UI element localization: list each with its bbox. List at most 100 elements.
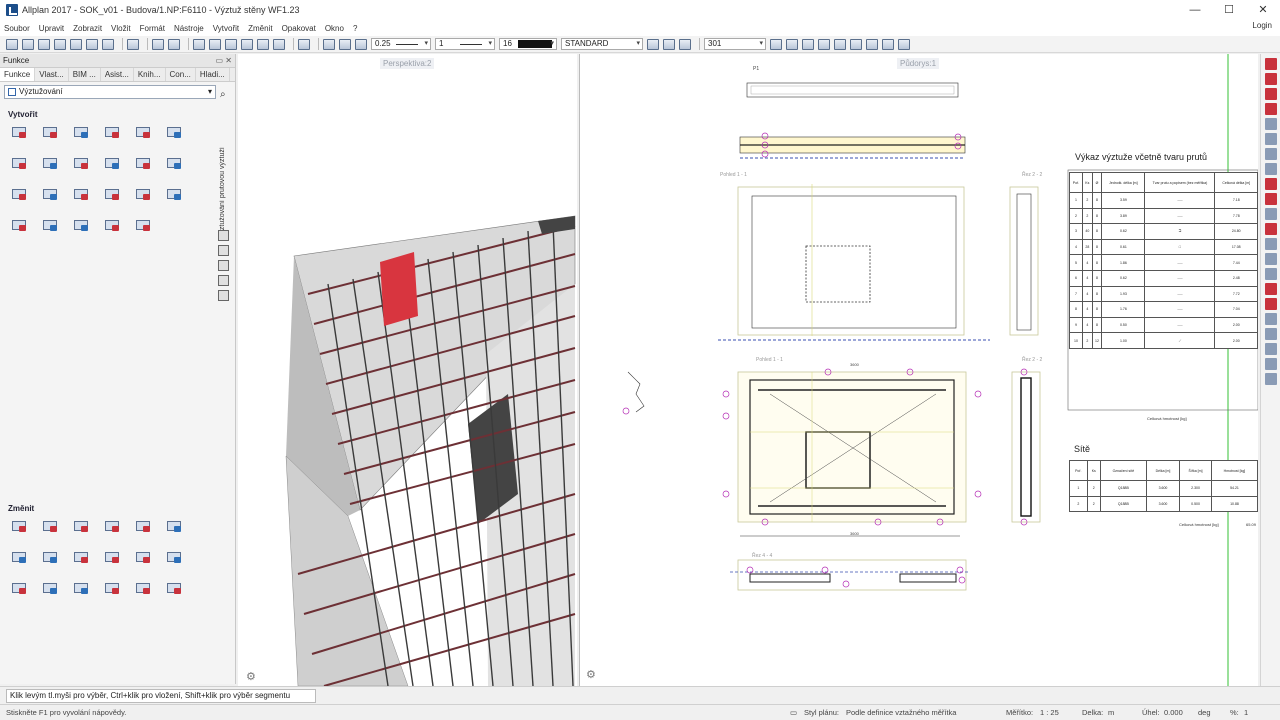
side-tool-icon[interactable] (218, 230, 229, 241)
layer-icon[interactable] (86, 38, 98, 50)
stretch-icon[interactable] (1264, 238, 1277, 250)
selected-element[interactable] (380, 252, 418, 326)
redo-icon[interactable] (168, 38, 180, 50)
scale-icon[interactable] (1264, 268, 1277, 280)
plan-viewport[interactable]: Půdorys:1 P1 Pohled 1 - 1 Řez 2 - 2 Pohl… (579, 54, 1258, 686)
pen-thickness-select[interactable]: 0.25 (371, 38, 431, 50)
stretch-icon[interactable] (165, 549, 183, 565)
offset-icon[interactable] (1264, 118, 1277, 130)
snap-icon[interactable] (770, 38, 782, 50)
menu-soubor[interactable]: Soubor (4, 24, 30, 33)
plot-icon[interactable] (54, 38, 66, 50)
coupler-icon[interactable] (41, 217, 59, 233)
angle-unit[interactable]: deg (1198, 708, 1211, 717)
new-icon[interactable] (6, 38, 18, 50)
area-placement-icon[interactable] (134, 155, 152, 171)
bent-bar-icon[interactable] (72, 186, 90, 202)
plan-style-value[interactable]: Podle definice vztažného měřítka (846, 708, 956, 717)
rotate-icon[interactable] (1264, 253, 1277, 265)
menu-vlozit[interactable]: Vložit (111, 24, 131, 33)
copy-icon[interactable] (1264, 148, 1277, 160)
copy-icon[interactable] (209, 38, 221, 50)
bar-schedule-icon[interactable] (165, 186, 183, 202)
straight-bar-icon[interactable] (10, 124, 28, 140)
dimension-icon[interactable] (834, 38, 846, 50)
length-unit[interactable]: m (1108, 708, 1114, 717)
eyedropper-icon[interactable] (355, 38, 367, 50)
paste-icon[interactable] (241, 38, 253, 50)
tab-connect[interactable]: Con... (166, 68, 196, 81)
span-placement-icon[interactable] (134, 124, 152, 140)
view-icon[interactable] (10, 186, 28, 202)
array-icon[interactable] (1264, 208, 1277, 220)
module-select[interactable]: Výztužování ▾ (4, 85, 216, 99)
tab-vlastnosti[interactable]: Vlast... (35, 68, 69, 81)
track-icon[interactable] (786, 38, 798, 50)
polyline-icon[interactable] (1264, 88, 1277, 100)
layer-status-icon[interactable] (663, 38, 675, 50)
view-3d-icon[interactable] (257, 38, 269, 50)
ortho-icon[interactable] (818, 38, 830, 50)
polygon-placement-icon[interactable] (103, 155, 121, 171)
filter-icon[interactable] (1264, 343, 1277, 355)
spiral-icon[interactable] (72, 155, 90, 171)
open-file-icon[interactable] (38, 38, 50, 50)
menu-zmenit[interactable]: Změnit (248, 24, 272, 33)
pencil-icon[interactable] (103, 549, 121, 565)
scale-value[interactable]: 1 : 25 (1040, 708, 1059, 717)
layer-select[interactable]: STANDARD (561, 38, 643, 50)
line-icon[interactable] (1264, 73, 1277, 85)
lock-icon[interactable] (165, 580, 183, 596)
fileset-icon[interactable] (102, 38, 114, 50)
color-check-icon[interactable] (134, 186, 152, 202)
bar-shape-icon[interactable] (41, 124, 59, 140)
tab-funkce[interactable]: Funkce (0, 68, 36, 81)
line-type-select[interactable]: 1 (435, 38, 495, 50)
sheet-icon[interactable] (10, 217, 28, 233)
maximize-button[interactable]: ☐ (1212, 0, 1246, 20)
align-icon[interactable] (41, 580, 59, 596)
mirror-icon[interactable] (1264, 133, 1277, 145)
section-icon[interactable] (41, 186, 59, 202)
measure-icon[interactable] (1264, 298, 1277, 310)
view-settings-icon[interactable]: ⚙ (246, 670, 256, 683)
side-tool-icon[interactable] (218, 245, 229, 256)
rotate-bar-icon[interactable] (165, 518, 183, 534)
open-project-icon[interactable] (22, 38, 34, 50)
menu-nastroje[interactable]: Nástroje (174, 24, 204, 33)
bend-icon[interactable] (10, 549, 28, 565)
fillet-icon[interactable] (1264, 223, 1277, 235)
close-button[interactable]: ✕ (1246, 0, 1280, 20)
menu-format[interactable]: Formát (140, 24, 165, 33)
shorten-icon[interactable] (134, 549, 152, 565)
menu-zobrazit[interactable]: Zobrazit (73, 24, 102, 33)
trim-icon[interactable] (1264, 178, 1277, 190)
arc-icon[interactable] (1264, 103, 1277, 115)
delete-position-icon[interactable] (103, 580, 121, 596)
tab-knihovna[interactable]: Knih... (134, 68, 166, 81)
extend-icon[interactable] (41, 549, 59, 565)
view-settings-icon[interactable]: ⚙ (586, 668, 596, 681)
delete-icon[interactable] (225, 38, 237, 50)
modify-position-icon[interactable] (134, 518, 152, 534)
label-icon[interactable] (72, 124, 90, 140)
modify-shape-icon[interactable] (41, 518, 59, 534)
scale-icon[interactable] (866, 38, 878, 50)
window-layout-icon[interactable] (882, 38, 894, 50)
perspective-viewport[interactable]: Perspektiva:2 ⚙ (238, 54, 577, 686)
zoom-icon[interactable] (298, 38, 310, 50)
angle-value[interactable]: 0.000 (1164, 708, 1183, 717)
tab-hladiny[interactable]: Hladi... (196, 68, 230, 81)
side-tool-icon[interactable] (218, 260, 229, 271)
dimension-icon[interactable] (1264, 313, 1277, 325)
move-icon[interactable] (1264, 163, 1277, 175)
pencil-icon[interactable] (1264, 58, 1277, 70)
modify-label-icon[interactable] (103, 518, 121, 534)
print-preview-icon[interactable] (127, 38, 139, 50)
extend-icon[interactable] (1264, 193, 1277, 205)
edit-bar-icon[interactable] (72, 549, 90, 565)
modify-placement-icon[interactable] (72, 518, 90, 534)
select-area-icon[interactable] (1264, 373, 1277, 385)
renumber-icon[interactable] (72, 580, 90, 596)
side-tool-icon[interactable] (218, 275, 229, 286)
